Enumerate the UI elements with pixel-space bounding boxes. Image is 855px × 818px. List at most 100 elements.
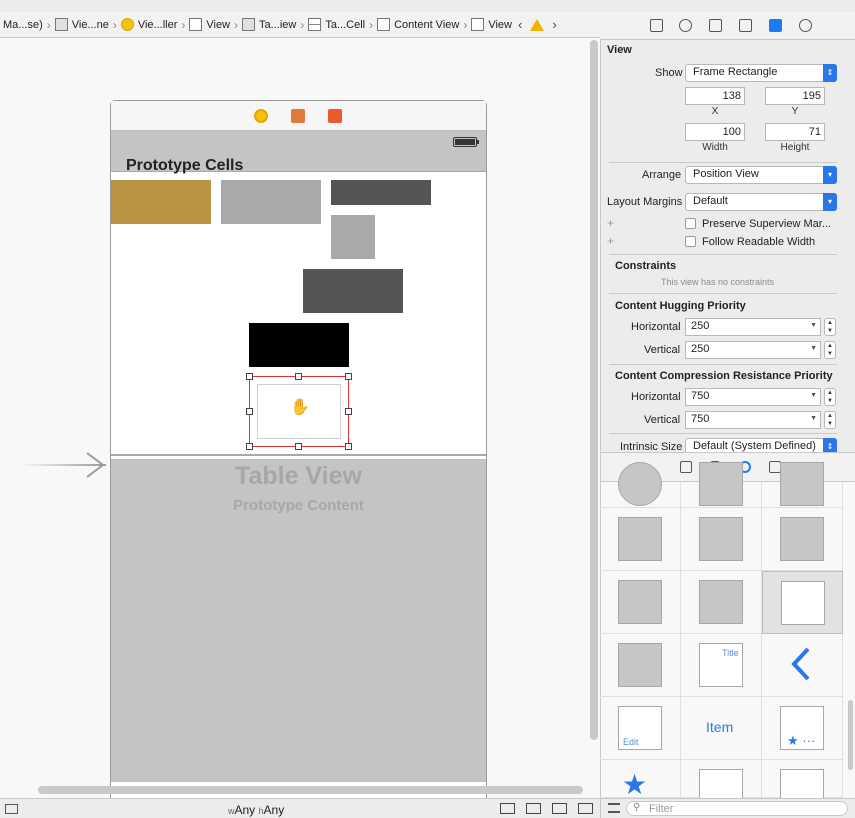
width-field[interactable]: 100 — [685, 123, 745, 141]
exit-icon[interactable] — [328, 109, 342, 123]
hugging-vertical-combo[interactable]: 250 ▼ — [685, 341, 821, 359]
preserve-superview-margins-checkbox[interactable] — [685, 218, 696, 229]
identity-inspector-icon[interactable] — [709, 19, 722, 32]
chevron-down-icon: ▾ — [823, 166, 837, 184]
cell-view[interactable] — [331, 180, 431, 205]
library-item[interactable]: Title — [681, 634, 762, 697]
breadcrumb-item-content-view[interactable]: Content View — [374, 12, 462, 37]
library-item[interactable] — [762, 760, 843, 813]
library-scrollbar[interactable] — [848, 700, 853, 770]
arrange-popup[interactable]: Position View ▾ — [685, 166, 837, 184]
cell-view[interactable] — [303, 269, 403, 313]
compression-vertical-stepper[interactable]: ▲ ▼ — [824, 411, 836, 429]
pan-gesture-icon — [780, 517, 824, 561]
library-item[interactable] — [681, 571, 762, 634]
pinch-gesture-icon — [780, 462, 824, 506]
pin-icon[interactable] — [552, 803, 567, 814]
cell-view[interactable] — [331, 215, 375, 259]
cell-view[interactable] — [221, 180, 321, 224]
embed-in-stack-icon[interactable] — [500, 803, 515, 814]
size-inspector-icon[interactable] — [769, 19, 782, 32]
breadcrumb-item-table-view[interactable]: Ta...iew — [239, 12, 299, 37]
library-item[interactable] — [681, 462, 762, 508]
y-label: Y — [791, 106, 799, 117]
horizontal-scrollbar[interactable] — [38, 786, 583, 794]
show-popup[interactable]: Frame Rectangle ⇕ — [685, 64, 837, 82]
view-controller-icon[interactable] — [254, 109, 268, 123]
file-template-library-icon[interactable] — [680, 461, 692, 473]
filter-input[interactable] — [626, 801, 848, 816]
plus-icon[interactable]: + — [607, 234, 614, 248]
document-outline-toggle-icon[interactable] — [5, 804, 18, 814]
tab-bar-item-icon: ★ — [622, 769, 648, 800]
library-item[interactable] — [762, 508, 843, 571]
size-class-selector[interactable]: wAny hAny — [228, 803, 284, 817]
library-item[interactable] — [762, 634, 843, 697]
hugging-vertical-value: 250 — [691, 343, 710, 355]
connections-inspector-icon[interactable] — [799, 19, 812, 32]
library-item[interactable] — [762, 462, 843, 508]
library-item-view[interactable] — [762, 571, 843, 634]
swipe-gesture-icon — [699, 517, 743, 561]
size-class-height: Any — [263, 803, 285, 817]
cell-separator — [111, 454, 486, 456]
resize-handle[interactable] — [345, 443, 352, 450]
list-view-toggle-icon[interactable] — [608, 803, 620, 813]
cell-view[interactable] — [111, 180, 211, 224]
quick-help-icon[interactable] — [679, 19, 692, 32]
vertical-scrollbar[interactable] — [590, 40, 598, 740]
library-item[interactable] — [600, 634, 681, 697]
x-field[interactable]: 138 — [685, 87, 745, 105]
chevron-left-icon[interactable]: ‹ — [515, 17, 525, 32]
resize-handle[interactable] — [246, 373, 253, 380]
library-item[interactable] — [600, 508, 681, 571]
view-icon — [377, 18, 391, 31]
plus-icon[interactable]: + — [607, 216, 614, 230]
follow-readable-width-checkbox[interactable] — [685, 236, 696, 247]
chevron-right-icon[interactable]: › — [549, 17, 559, 32]
breadcrumb-label: View — [206, 18, 231, 31]
library-item[interactable] — [600, 462, 681, 508]
resize-handle[interactable] — [345, 408, 352, 415]
library-item[interactable] — [600, 571, 681, 634]
breadcrumb-item-view-controller[interactable]: Vie...ller — [118, 12, 181, 37]
breadcrumb-item-view[interactable]: View — [186, 12, 233, 37]
breadcrumb-item-table-cell[interactable]: Ta...Cell — [305, 12, 368, 37]
compression-horizontal-value: 750 — [691, 390, 710, 402]
layout-margins-popup[interactable]: Default ▾ — [685, 193, 837, 211]
library-item[interactable] — [681, 508, 762, 571]
warning-icon[interactable] — [530, 18, 545, 31]
resize-handle[interactable] — [295, 373, 302, 380]
breadcrumb-item-scene[interactable]: Vie...ne — [52, 12, 112, 37]
breadcrumb-item-storyboard[interactable]: Ma...se) — [0, 12, 46, 37]
hugging-horizontal-combo[interactable]: 250 ▼ — [685, 318, 821, 336]
y-field[interactable]: 195 — [765, 87, 825, 105]
resize-handle[interactable] — [345, 373, 352, 380]
library-item[interactable] — [681, 760, 762, 813]
compression-horizontal-combo[interactable]: 750 ▼ — [685, 388, 821, 406]
compression-vertical-combo[interactable]: 750 ▼ — [685, 411, 821, 429]
cell-view[interactable] — [249, 323, 349, 367]
library-item[interactable]: Item — [681, 697, 762, 760]
view-controller-icon — [120, 18, 134, 31]
height-label: Height — [780, 142, 810, 153]
resize-handle[interactable] — [246, 408, 253, 415]
align-icon[interactable] — [526, 803, 541, 814]
compression-horizontal-stepper[interactable]: ▲ ▼ — [824, 388, 836, 406]
resize-handle[interactable] — [246, 443, 253, 450]
battery-tip — [477, 140, 479, 144]
hugging-vertical-stepper[interactable]: ▲ ▼ — [824, 341, 836, 359]
resolve-issues-icon[interactable] — [578, 803, 593, 814]
battery-icon — [453, 137, 477, 147]
library-item[interactable]: ★ — [600, 760, 681, 800]
first-responder-icon[interactable] — [291, 109, 305, 123]
height-field[interactable]: 71 — [765, 123, 825, 141]
attributes-inspector-icon[interactable] — [739, 19, 752, 32]
library-item[interactable]: Edit — [600, 697, 681, 760]
rotation-gesture-icon — [618, 517, 662, 561]
breadcrumb-item-selected-view[interactable]: View — [468, 12, 515, 37]
hugging-horizontal-stepper[interactable]: ▲ ▼ — [824, 318, 836, 336]
library-item[interactable]: ★ ··· — [762, 697, 843, 760]
resize-handle[interactable] — [295, 443, 302, 450]
file-inspector-icon[interactable] — [650, 19, 663, 32]
